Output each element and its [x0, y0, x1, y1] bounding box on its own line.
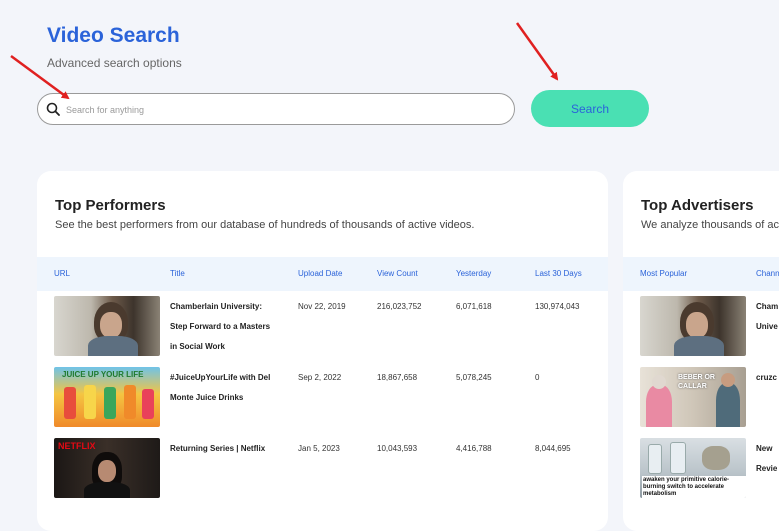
upload-date: Nov 22, 2019 — [298, 302, 346, 311]
table-row[interactable]: BEBER OR CALLAR cruzc — [623, 367, 779, 429]
page-title: Video Search — [47, 24, 180, 47]
video-title-line: Monte Juice Drinks — [170, 393, 244, 402]
channel-name-line: Unive — [756, 322, 778, 331]
thumbnail-caption: awaken your primitive calorie-burning sw… — [642, 476, 746, 498]
column-yesterday[interactable]: Yesterday — [456, 269, 491, 278]
view-count: 216,023,752 — [377, 302, 422, 311]
last-30-days-views: 0 — [535, 373, 540, 382]
upload-date: Sep 2, 2022 — [298, 373, 342, 382]
top-performers-description: See the best performers from our databas… — [55, 219, 475, 231]
view-count: 18,867,658 — [377, 373, 418, 382]
column-view-count[interactable]: View Count — [377, 269, 418, 278]
video-title-line: #JuiceUpYourLife with Del — [170, 373, 271, 382]
video-thumbnail[interactable]: NETFLIX — [54, 438, 160, 498]
top-advertisers-card: Top Advertisers We analyze thousands of … — [623, 171, 779, 531]
top-advertisers-title: Top Advertisers — [641, 197, 754, 214]
channel-name[interactable]: New Revie — [756, 439, 777, 479]
thumbnail-text: BEBER OR CALLAR — [678, 374, 715, 390]
channel-name-line: Revie — [756, 464, 778, 473]
last-30-days-views: 130,974,043 — [535, 302, 580, 311]
video-thumbnail[interactable] — [640, 296, 746, 356]
search-input[interactable] — [64, 100, 508, 120]
video-thumbnail[interactable] — [54, 296, 160, 356]
video-title-line: Chamberlain University: — [170, 302, 263, 311]
column-last-30-days[interactable]: Last 30 Days — [535, 269, 582, 278]
table-row[interactable]: JUICE UP YOUR LIFE #JuiceUpYourLife with… — [37, 367, 608, 429]
column-channel[interactable]: Chann — [756, 269, 779, 278]
search-box[interactable] — [37, 93, 515, 125]
video-thumbnail[interactable]: JUICE UP YOUR LIFE — [54, 367, 160, 427]
table-row[interactable]: awaken your primitive calorie-burning sw… — [623, 438, 779, 500]
yesterday-views: 5,078,245 — [456, 373, 492, 382]
table-header: Most Popular Chann — [623, 257, 779, 291]
search-icon — [46, 102, 60, 116]
column-url[interactable]: URL — [54, 269, 70, 278]
video-title-line: Step Forward to a Masters — [170, 322, 271, 331]
top-performers-card: Top Performers See the best performers f… — [37, 171, 608, 531]
channel-name-line: New — [756, 444, 773, 453]
column-most-popular[interactable]: Most Popular — [640, 269, 687, 278]
top-performers-title: Top Performers — [55, 197, 166, 214]
last-30-days-views: 8,044,695 — [535, 444, 571, 453]
thumbnail-text: JUICE UP YOUR LIFE — [62, 370, 144, 379]
video-thumbnail[interactable]: BEBER OR CALLAR — [640, 367, 746, 427]
channel-name[interactable]: Cham Unive — [756, 297, 778, 337]
video-title[interactable]: Chamberlain University: Step Forward to … — [170, 297, 270, 357]
video-title-line: in Social Work — [170, 342, 225, 351]
table-row[interactable]: Chamberlain University: Step Forward to … — [37, 296, 608, 358]
video-title[interactable]: #JuiceUpYourLife with Del Monte Juice Dr… — [170, 368, 270, 408]
page-subtitle: Advanced search options — [47, 56, 182, 70]
table-header: URL Title Upload Date View Count Yesterd… — [37, 257, 608, 291]
column-title[interactable]: Title — [170, 269, 185, 278]
table-row[interactable]: Cham Unive — [623, 296, 779, 358]
top-advertisers-description: We analyze thousands of ac — [641, 219, 779, 231]
search-button[interactable]: Search — [531, 90, 649, 127]
column-upload-date[interactable]: Upload Date — [298, 269, 342, 278]
channel-name-line: cruzc — [756, 373, 777, 382]
yesterday-views: 4,416,788 — [456, 444, 492, 453]
channel-name[interactable]: cruzc — [756, 368, 777, 388]
video-thumbnail[interactable]: awaken your primitive calorie-burning sw… — [640, 438, 746, 498]
netflix-logo: NETFLIX — [58, 441, 96, 451]
table-row[interactable]: NETFLIX Returning Series | Netflix Jan 5… — [37, 438, 608, 500]
video-title[interactable]: Returning Series | Netflix — [170, 439, 265, 459]
upload-date: Jan 5, 2023 — [298, 444, 340, 453]
view-count: 10,043,593 — [377, 444, 418, 453]
video-title-line: Returning Series | Netflix — [170, 444, 266, 453]
yesterday-views: 6,071,618 — [456, 302, 492, 311]
channel-name-line: Cham — [756, 302, 779, 311]
